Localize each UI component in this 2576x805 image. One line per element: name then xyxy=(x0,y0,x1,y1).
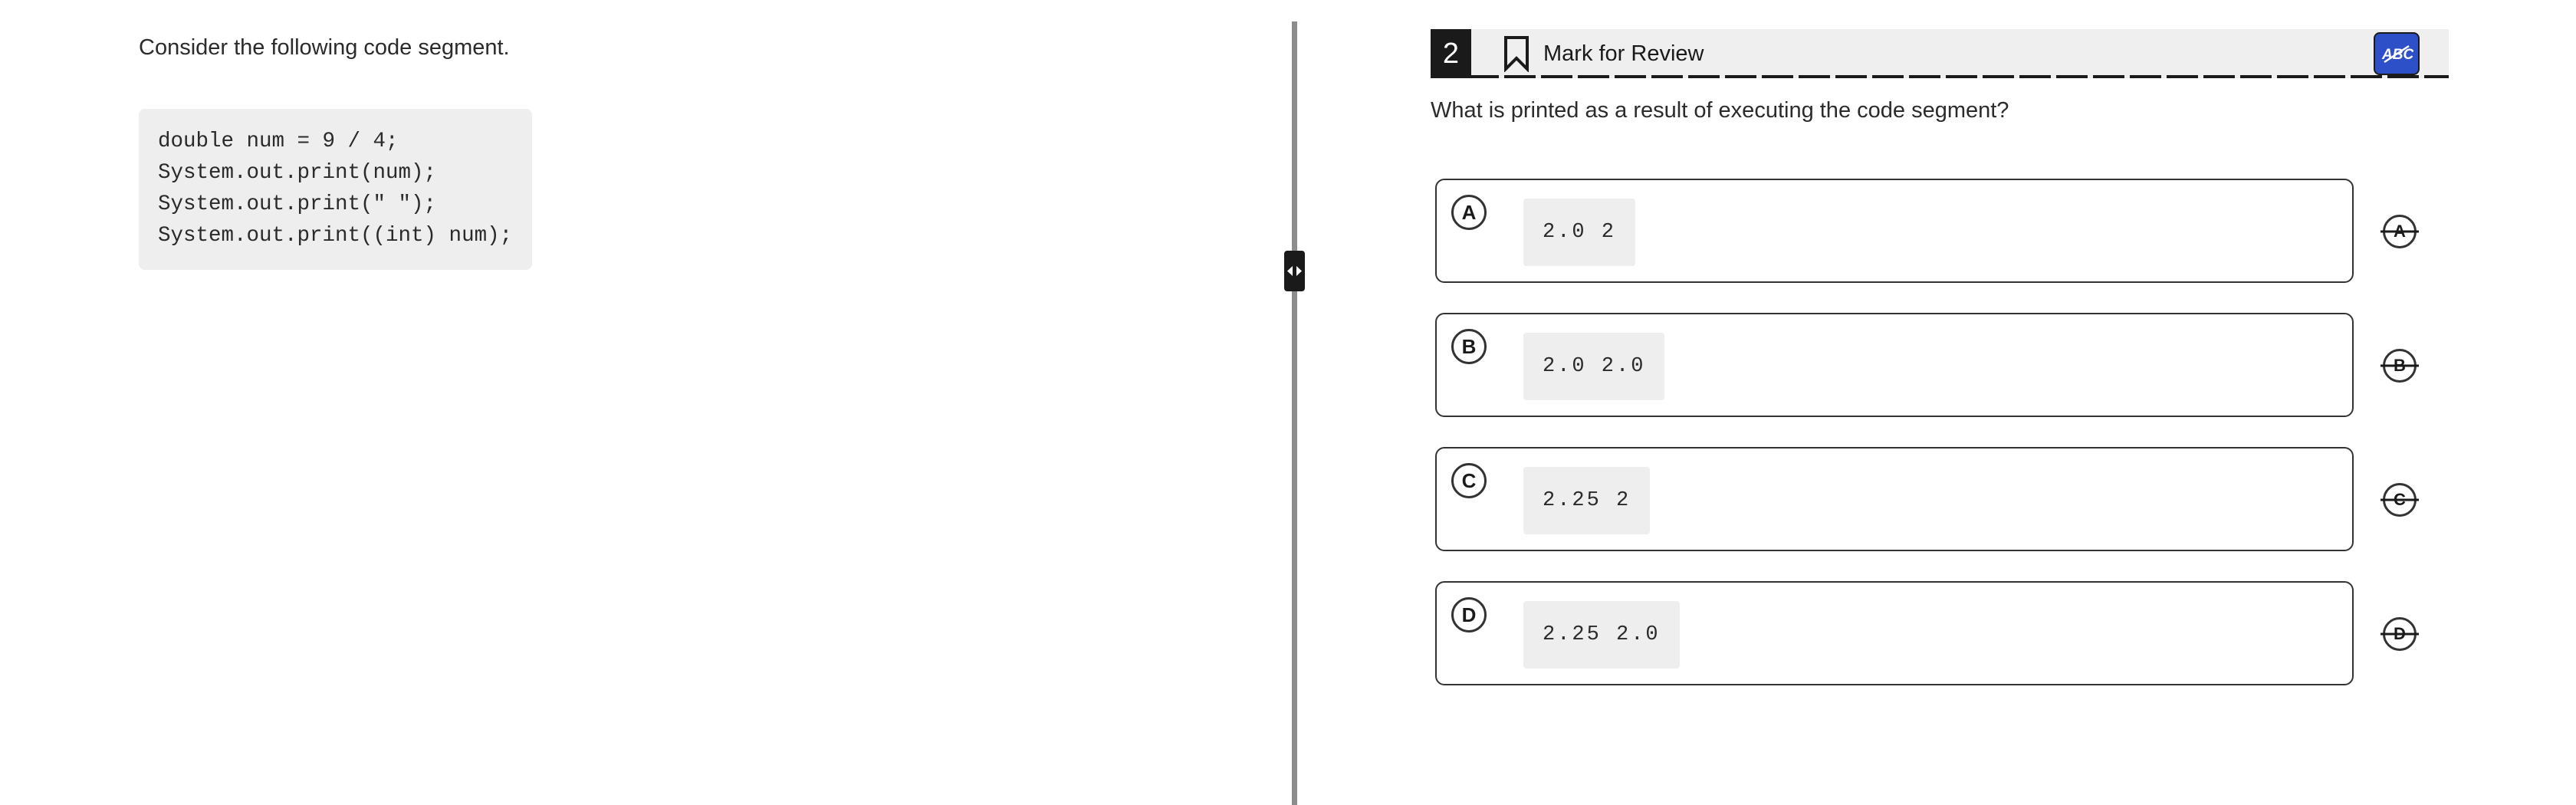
mark-for-review-label[interactable]: Mark for Review xyxy=(1543,41,1704,67)
choice-letter: C xyxy=(1451,463,1487,498)
choice-d[interactable]: D 2.25 2.0 xyxy=(1435,581,2354,685)
question-header: 2 Mark for Review ABC xyxy=(1431,29,2449,78)
code-line: System.out.print((int) num); xyxy=(158,224,513,248)
choice-b[interactable]: B 2.0 2.0 xyxy=(1435,313,2354,417)
code-line: System.out.print(num); xyxy=(158,161,437,185)
choice-code: 2.25 2.0 xyxy=(1523,601,1680,669)
code-line: System.out.print(" "); xyxy=(158,192,437,216)
question-prompt: What is printed as a result of executing… xyxy=(1431,98,2009,123)
strike-choice-a-button[interactable]: A xyxy=(2383,215,2417,248)
choice-a[interactable]: A 2.0 2 xyxy=(1435,179,2354,283)
choice-code: 2.0 2 xyxy=(1523,199,1636,266)
choice-code: 2.25 2 xyxy=(1523,467,1651,534)
choice-c[interactable]: C 2.25 2 xyxy=(1435,447,2354,551)
choice-letter: B xyxy=(1451,329,1487,364)
abc-strikethrough-tool-button[interactable]: ABC xyxy=(2374,32,2420,75)
passage-pane: Consider the following code segment. dou… xyxy=(0,0,1296,805)
resize-arrows-icon xyxy=(1287,266,1302,276)
code-block: double num = 9 / 4; System.out.print(num)… xyxy=(139,109,533,270)
header-dashed-rule xyxy=(1431,75,2449,78)
pane-divider xyxy=(1292,21,1297,805)
pane-resize-handle[interactable] xyxy=(1284,251,1305,291)
choice-letter: D xyxy=(1451,597,1487,632)
strike-choice-b-button[interactable]: B xyxy=(2383,349,2417,383)
abc-strikethrough-icon: ABC xyxy=(2381,44,2413,64)
strike-choice-d-button[interactable]: D xyxy=(2383,617,2417,651)
bookmark-icon[interactable] xyxy=(1502,35,1531,72)
choice-letter: A xyxy=(1451,195,1487,230)
passage-intro: Consider the following code segment. xyxy=(139,35,510,60)
question-number-badge: 2 xyxy=(1431,29,1471,78)
code-line: double num = 9 / 4; xyxy=(158,130,399,153)
choice-code: 2.0 2.0 xyxy=(1523,333,1665,400)
strike-choice-c-button[interactable]: C xyxy=(2383,483,2417,517)
